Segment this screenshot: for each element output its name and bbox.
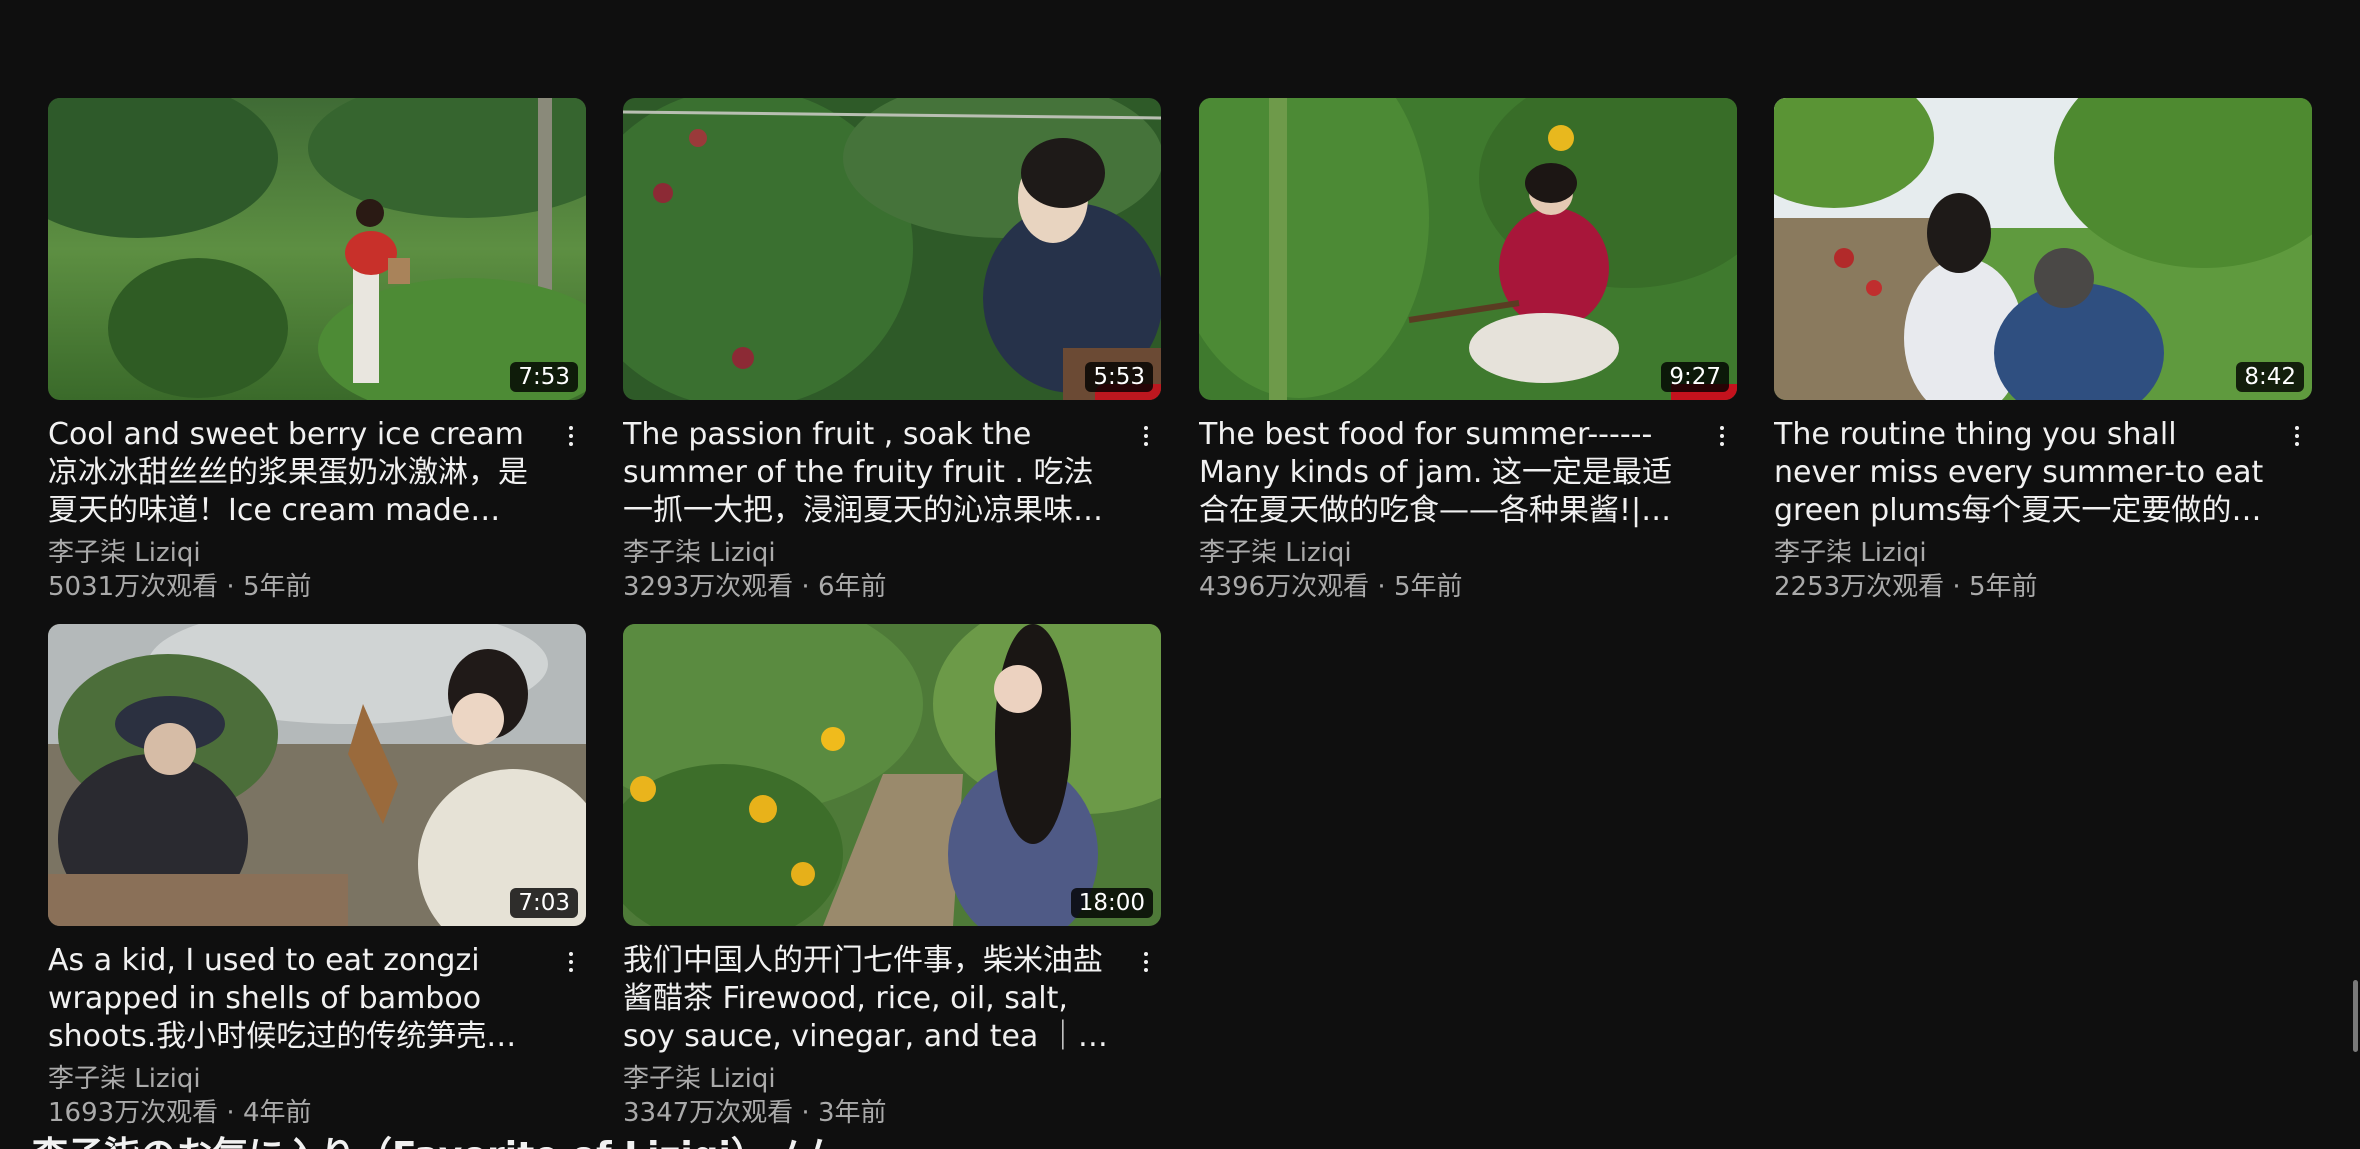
next-section-title: 李子柒のお気に入り（Favorite of Liziqi）ノム <box>32 1136 839 1149</box>
video-card: 8:42 The routine thing you shall never m… <box>1774 98 2312 604</box>
thumbnail-image <box>48 624 586 926</box>
channel-name[interactable]: 李子柒 Liziqi <box>48 536 538 570</box>
thumbnail-image <box>623 98 1161 400</box>
video-stats: 1693万次观看 · 4年前 <box>48 1098 312 1128</box>
video-stats: 4396万次观看 · 5年前 <box>1199 572 1463 602</box>
video-title[interactable]: The best food for summer------Many kinds… <box>1199 416 1689 530</box>
vertical-ellipsis-icon[interactable] <box>1131 416 1161 456</box>
thumbnail-image <box>1774 98 2312 400</box>
vertical-ellipsis-icon[interactable] <box>556 416 586 456</box>
video-thumbnail[interactable]: 18:00 <box>623 624 1161 926</box>
duration-badge: 9:27 <box>1661 362 1729 392</box>
video-grid-page: 7:53 Cool and sweet berry ice cream凉冰冰甜丝… <box>0 0 2360 1149</box>
duration-badge: 5:53 <box>1085 362 1153 392</box>
video-card: 18:00 我们中国人的开门七件事，柴米油盐酱醋茶 Firewood, rice… <box>623 624 1161 1130</box>
video-thumbnail[interactable]: 9:27 <box>1199 98 1737 400</box>
scrollbar-thumb[interactable] <box>2353 980 2358 1052</box>
video-card: 9:27 The best food for summer------Many … <box>1199 98 1737 604</box>
channel-name[interactable]: 李子柒 Liziqi <box>48 1062 538 1096</box>
channel-name[interactable]: 李子柒 Liziqi <box>1199 536 1689 570</box>
video-stats: 2253万次观看 · 5年前 <box>1774 572 2038 602</box>
video-title[interactable]: As a kid, I used to eat zongzi wrapped i… <box>48 942 538 1056</box>
video-thumbnail[interactable]: 7:03 <box>48 624 586 926</box>
video-title[interactable]: The passion fruit , soak the summer of t… <box>623 416 1113 530</box>
video-title[interactable]: The routine thing you shall never miss e… <box>1774 416 2264 530</box>
video-card: 7:03 As a kid, I used to eat zongzi wrap… <box>48 624 586 1130</box>
video-thumbnail[interactable]: 7:53 <box>48 98 586 400</box>
video-meta: The best food for summer------Many kinds… <box>1199 416 1737 604</box>
video-meta: Cool and sweet berry ice cream凉冰冰甜丝丝的浆果蛋… <box>48 416 586 604</box>
thumbnail-image <box>48 98 586 400</box>
vertical-ellipsis-icon[interactable] <box>2282 416 2312 456</box>
duration-badge: 7:03 <box>510 888 578 918</box>
video-meta: The passion fruit , soak the summer of t… <box>623 416 1161 604</box>
channel-name[interactable]: 李子柒 Liziqi <box>623 536 1113 570</box>
channel-name[interactable]: 李子柒 Liziqi <box>623 1062 1113 1096</box>
video-card: 7:53 Cool and sweet berry ice cream凉冰冰甜丝… <box>48 98 586 604</box>
channel-name[interactable]: 李子柒 Liziqi <box>1774 536 2264 570</box>
video-thumbnail[interactable]: 5:53 <box>623 98 1161 400</box>
video-meta: 我们中国人的开门七件事，柴米油盐酱醋茶 Firewood, rice, oil,… <box>623 942 1161 1130</box>
duration-badge: 8:42 <box>2236 362 2304 392</box>
video-meta: As a kid, I used to eat zongzi wrapped i… <box>48 942 586 1130</box>
vertical-ellipsis-icon[interactable] <box>1707 416 1737 456</box>
video-stats: 3347万次观看 · 3年前 <box>623 1098 887 1128</box>
video-stats: 3293万次观看 · 6年前 <box>623 572 887 602</box>
duration-badge: 18:00 <box>1070 888 1153 918</box>
thumbnail-image <box>1199 98 1737 400</box>
thumbnail-image <box>623 624 1161 926</box>
video-title[interactable]: 我们中国人的开门七件事，柴米油盐酱醋茶 Firewood, rice, oil,… <box>623 942 1113 1056</box>
duration-badge: 7:53 <box>510 362 578 392</box>
vertical-ellipsis-icon[interactable] <box>1131 942 1161 982</box>
vertical-ellipsis-icon[interactable] <box>556 942 586 982</box>
video-stats: 5031万次观看 · 5年前 <box>48 572 312 602</box>
video-title[interactable]: Cool and sweet berry ice cream凉冰冰甜丝丝的浆果蛋… <box>48 416 538 530</box>
video-card: 5:53 The passion fruit , soak the summer… <box>623 98 1161 604</box>
video-grid: 7:53 Cool and sweet berry ice cream凉冰冰甜丝… <box>0 0 2360 1149</box>
video-meta: The routine thing you shall never miss e… <box>1774 416 2312 604</box>
video-thumbnail[interactable]: 8:42 <box>1774 98 2312 400</box>
